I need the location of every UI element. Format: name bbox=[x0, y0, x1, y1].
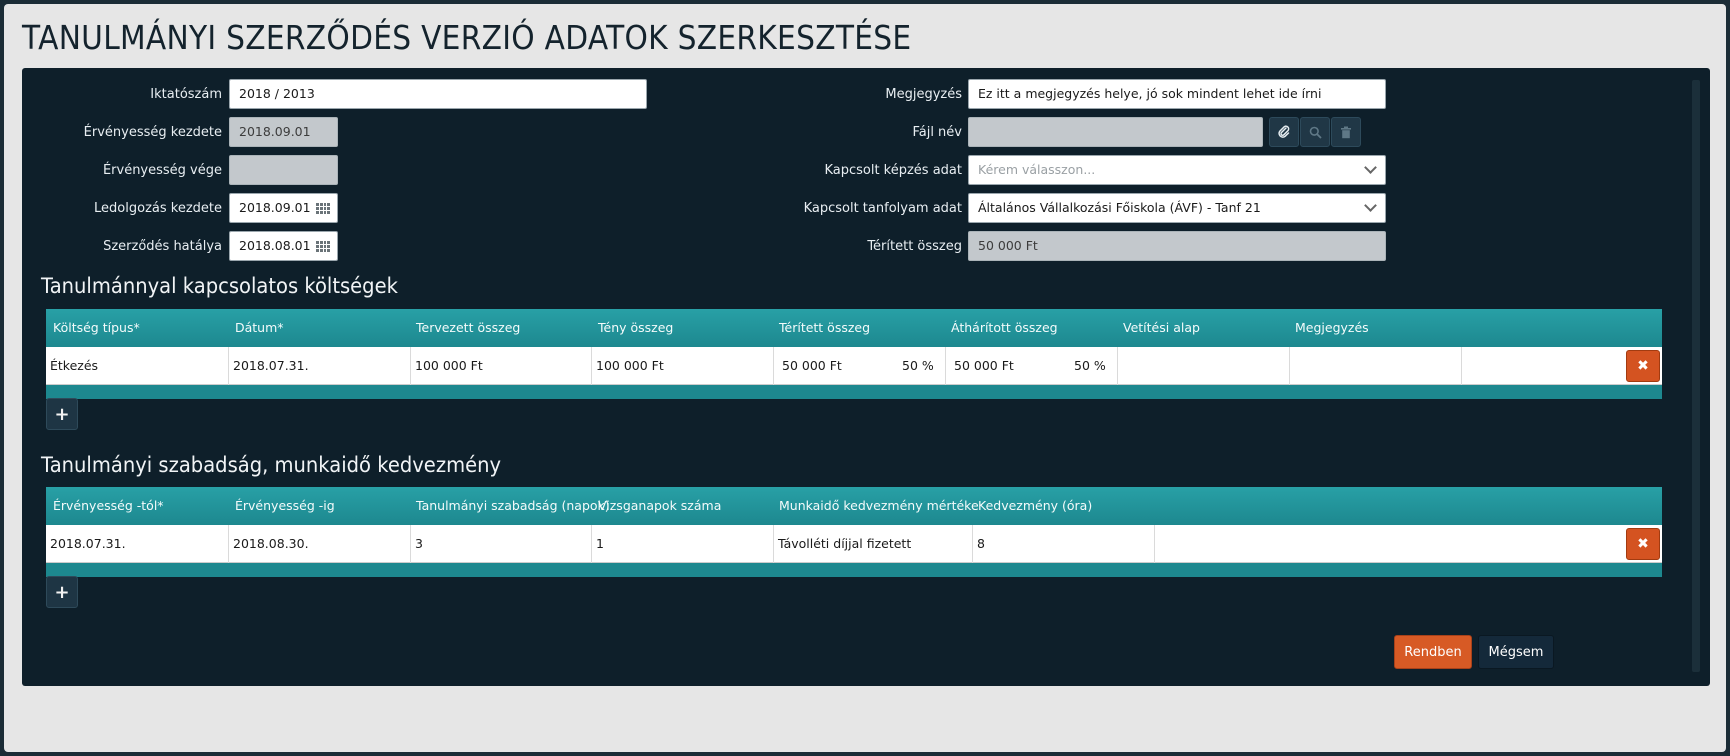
cell-napok[interactable]: 3 bbox=[411, 525, 592, 563]
cell-ig[interactable]: 2018.08.30. bbox=[229, 525, 411, 563]
fajl-nev-label: Fájl név bbox=[912, 125, 962, 140]
calendar-icon[interactable] bbox=[316, 241, 330, 252]
cell-teny[interactable]: 100 000 Ft bbox=[592, 347, 774, 385]
col-vizsganapok[interactable]: Vizsganapok száma bbox=[598, 498, 721, 513]
add-cost-button[interactable]: + bbox=[46, 398, 78, 430]
megjegyzes-input[interactable]: Ez itt a megjegyzés helye, jó sok minden… bbox=[968, 79, 1386, 109]
szerzodes-hatalya-value: 2018.08.01 bbox=[239, 238, 311, 253]
iktatoszam-label: Iktatószám bbox=[150, 87, 222, 102]
fajl-nev-input bbox=[968, 117, 1263, 147]
ervenyesseg-vege-input bbox=[229, 155, 338, 185]
trash-icon bbox=[1341, 126, 1351, 138]
delete-file-button[interactable] bbox=[1331, 117, 1361, 147]
cancel-button[interactable]: Mégsem bbox=[1478, 635, 1554, 669]
edit-dialog: TANULMÁNYI SZERZŐDÉS VERZIÓ ADATOK SZERK… bbox=[4, 4, 1726, 752]
cell-teritett-pct: 50 % bbox=[902, 358, 934, 373]
col-tanulmanyi-szabadsag[interactable]: Tanulmányi szabadság (napok) bbox=[416, 498, 610, 513]
cell-atharitott-pct: 50 % bbox=[1074, 358, 1106, 373]
col-atharitott-osszeg[interactable]: Áthárított összeg bbox=[951, 320, 1058, 335]
calendar-icon[interactable] bbox=[316, 203, 330, 214]
ervenyesseg-kezdete-input: 2018.09.01 bbox=[229, 117, 338, 147]
leave-table-header: Érvényesség -tól* Érvényesség -ig Tanulm… bbox=[46, 487, 1662, 525]
col-munkaido-kedvezmeny[interactable]: Munkaidő kedvezmény mértéke bbox=[779, 498, 979, 513]
kapcsolt-kepzes-label: Kapcsolt képzés adat bbox=[824, 163, 962, 178]
chevron-down-icon bbox=[1364, 199, 1377, 212]
col-koltseg-tipus[interactable]: Költség típus* bbox=[53, 320, 140, 335]
col-vetitesi-alap[interactable]: Vetítési alap bbox=[1123, 320, 1200, 335]
plus-icon: + bbox=[54, 403, 70, 425]
close-icon: ✖ bbox=[1637, 358, 1649, 374]
col-datum[interactable]: Dátum* bbox=[235, 320, 284, 335]
col-teny-osszeg[interactable]: Tény összeg bbox=[598, 320, 673, 335]
costs-table-header: Költség típus* Dátum* Tervezett összeg T… bbox=[46, 309, 1662, 347]
kapcsolt-tanfolyam-value: Általános Vállalkozási Főiskola (ÁVF) - … bbox=[978, 200, 1261, 215]
col-megjegyzes[interactable]: Megjegyzés bbox=[1295, 320, 1369, 335]
iktatoszam-input[interactable]: 2018 / 2013 bbox=[229, 79, 647, 109]
dialog-title: TANULMÁNYI SZERZŐDÉS VERZIÓ ADATOK SZERK… bbox=[22, 18, 912, 57]
paperclip-icon bbox=[1278, 125, 1290, 138]
leave-table-footer bbox=[46, 563, 1662, 577]
col-teritett-osszeg[interactable]: Térített összeg bbox=[779, 320, 870, 335]
attach-button[interactable] bbox=[1269, 117, 1299, 147]
cell-tervezett[interactable]: 100 000 Ft bbox=[411, 347, 592, 385]
col-tervezett-osszeg[interactable]: Tervezett összeg bbox=[416, 320, 520, 335]
leave-section-title: Tanulmányi szabadság, munkaidő kedvezmén… bbox=[41, 453, 502, 477]
cell-koltseg-tipus[interactable]: Étkezés bbox=[46, 347, 229, 385]
cell-vetitesi[interactable] bbox=[1118, 347, 1290, 385]
szerzodes-hatalya-label: Szerződés hatálya bbox=[103, 239, 222, 254]
delete-row-button[interactable]: ✖ bbox=[1626, 528, 1660, 560]
scrollbar[interactable] bbox=[1692, 80, 1700, 672]
ok-button[interactable]: Rendben bbox=[1394, 635, 1472, 669]
table-row[interactable]: Étkezés 2018.07.31. 100 000 Ft 100 000 F… bbox=[46, 347, 1662, 385]
ledolgozas-kezdete-label: Ledolgozás kezdete bbox=[94, 201, 222, 216]
ervenyesseg-kezdete-label: Érvényesség kezdete bbox=[83, 125, 222, 140]
leave-table: Érvényesség -tól* Érvényesség -ig Tanulm… bbox=[46, 487, 1662, 577]
costs-section-title: Tanulmánnyal kapcsolatos költségek bbox=[41, 274, 398, 298]
cell-mertek[interactable]: Távolléti díjjal fizetett bbox=[774, 525, 973, 563]
cell-tol[interactable]: 2018.07.31. bbox=[46, 525, 229, 563]
search-icon bbox=[1309, 126, 1322, 139]
ervenyesseg-vege-label: Érvényesség vége bbox=[102, 163, 222, 178]
costs-table: Költség típus* Dátum* Tervezett összeg T… bbox=[46, 309, 1662, 399]
kapcsolt-kepzes-placeholder: Kérem válasszon... bbox=[978, 162, 1096, 177]
col-ervenyesseg-tol[interactable]: Érvényesség -tól* bbox=[53, 498, 164, 513]
kapcsolt-tanfolyam-select[interactable]: Általános Vállalkozási Főiskola (ÁVF) - … bbox=[968, 193, 1386, 223]
kapcsolt-kepzes-select[interactable]: Kérem válasszon... bbox=[968, 155, 1386, 185]
table-row[interactable]: 2018.07.31. 2018.08.30. 3 1 Távolléti dí… bbox=[46, 525, 1662, 563]
ledolgozas-kezdete-input[interactable]: 2018.09.01 bbox=[229, 193, 338, 223]
ledolgozas-kezdete-value: 2018.09.01 bbox=[239, 200, 311, 215]
col-kedvezmeny-ora[interactable]: Kedvezmény (óra) bbox=[978, 498, 1092, 513]
cell-ora[interactable]: 8 bbox=[973, 525, 1155, 563]
col-ervenyesseg-ig[interactable]: Érvényesség -ig bbox=[235, 498, 335, 513]
close-icon: ✖ bbox=[1637, 536, 1649, 552]
plus-icon: + bbox=[54, 581, 70, 603]
delete-row-button[interactable]: ✖ bbox=[1626, 350, 1660, 382]
search-file-button[interactable] bbox=[1300, 117, 1330, 147]
megjegyzes-label: Megjegyzés bbox=[885, 87, 962, 102]
kapcsolt-tanfolyam-label: Kapcsolt tanfolyam adat bbox=[803, 201, 962, 216]
costs-table-footer bbox=[46, 385, 1662, 399]
cell-megjegyzes[interactable] bbox=[1290, 347, 1462, 385]
teritett-osszeg-label: Térített összeg bbox=[867, 239, 962, 254]
cell-vizsganapok[interactable]: 1 bbox=[592, 525, 774, 563]
szerzodes-hatalya-input[interactable]: 2018.08.01 bbox=[229, 231, 338, 261]
cell-datum[interactable]: 2018.07.31. bbox=[229, 347, 411, 385]
chevron-down-icon bbox=[1364, 161, 1377, 174]
teritett-osszeg-input: 50 000 Ft bbox=[968, 231, 1386, 261]
add-leave-button[interactable]: + bbox=[46, 576, 78, 608]
